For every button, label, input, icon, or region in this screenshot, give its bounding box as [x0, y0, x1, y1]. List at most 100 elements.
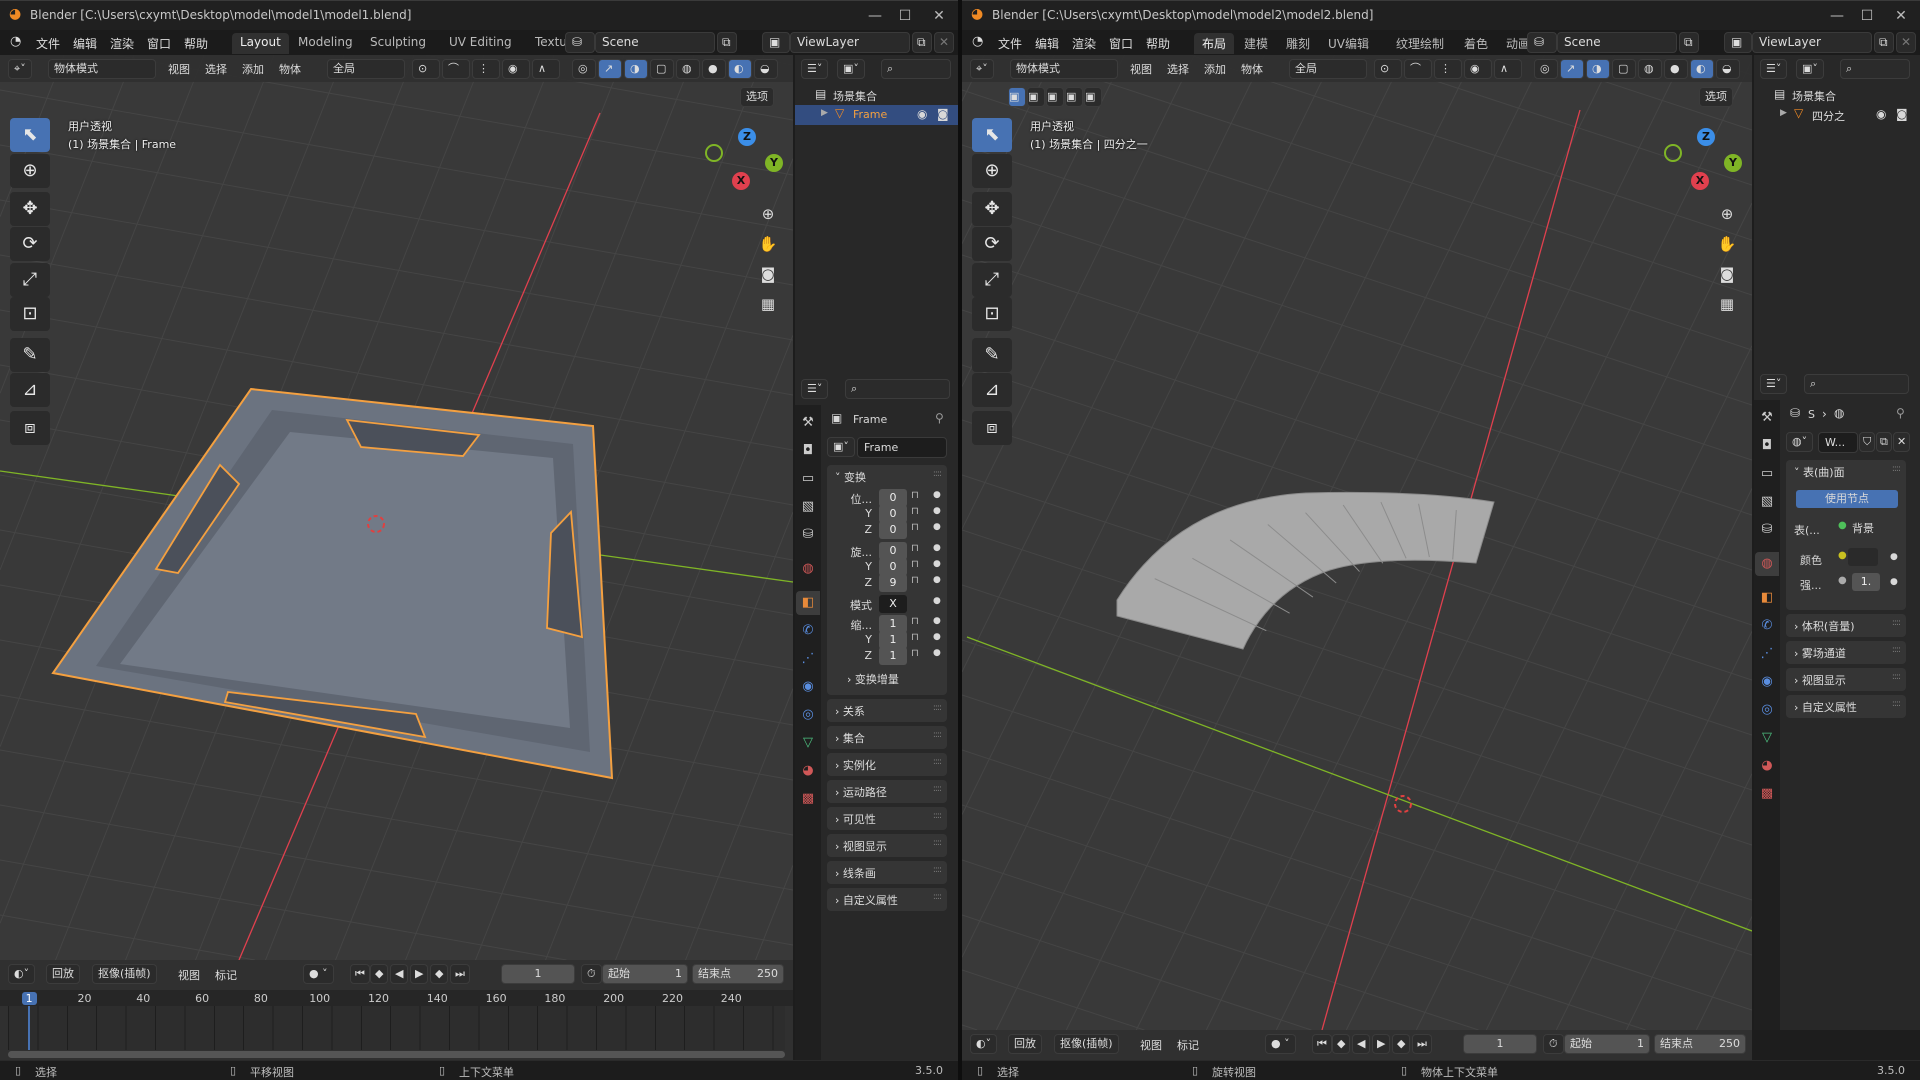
new-world-button[interactable]: ⧉ [1876, 432, 1892, 452]
minimize-button[interactable]: — [1822, 5, 1852, 27]
playhead-line[interactable] [28, 1006, 30, 1050]
measure-tool[interactable]: ⊿ [10, 373, 50, 407]
properties-tab-material[interactable]: ◕ [796, 759, 820, 783]
collapsed-panel-1[interactable]: › 雾场通道:::: [1786, 641, 1906, 664]
keyframe-dot-icon[interactable]: ● [933, 543, 941, 553]
properties-tab-material[interactable]: ◕ [1755, 754, 1779, 778]
properties-tab-world[interactable]: ◍ [796, 557, 820, 581]
gizmo-z-axis[interactable]: Z [1697, 128, 1715, 146]
view-layer-icon[interactable]: ▣ [1724, 32, 1752, 53]
drag-handle-icon[interactable]: :::: [933, 703, 942, 713]
blender-menu-icon[interactable]: ◔ [10, 34, 21, 49]
menu-2[interactable]: 渲染 [1072, 35, 1096, 52]
select-box-tool[interactable]: ⬉ [972, 118, 1012, 152]
gizmo-y-axis[interactable]: Y [1724, 154, 1742, 172]
menu-4[interactable]: 帮助 [184, 35, 208, 52]
properties-tab-modifier[interactable]: ✆ [796, 619, 820, 643]
properties-tab-render[interactable]: ◘ [796, 439, 820, 463]
viewport-menu-2[interactable]: 添加 [242, 61, 264, 77]
viewport-scene[interactable] [0, 55, 793, 960]
play-reverse-icon[interactable]: ◀ [390, 964, 409, 984]
properties-search-input[interactable]: ⌕ [845, 379, 950, 399]
blender-menu-icon[interactable]: ◔ [972, 34, 983, 49]
solid-shading-icon[interactable]: ● [702, 59, 726, 79]
maximize-button[interactable]: ☐ [1852, 5, 1882, 27]
transform-panel-header[interactable]: ˅ 变换 [835, 469, 866, 485]
rotation-mode-dropdown[interactable]: X [879, 595, 907, 613]
drag-handle-icon[interactable]: :::: [1892, 672, 1901, 682]
timeline-menu-view[interactable]: 视图 [1140, 1037, 1162, 1053]
transform-tool[interactable]: ⊡ [972, 297, 1012, 331]
zoom-icon[interactable]: ⊕ [756, 202, 780, 226]
menu-3[interactable]: 窗口 [1109, 35, 1133, 52]
properties-tab-texture[interactable]: ▩ [796, 787, 820, 811]
timeline-editor-type-button[interactable]: ◐˅ [8, 964, 36, 984]
expand-arrow-icon[interactable]: ▶ [1780, 108, 1787, 118]
properties-tab-object[interactable]: ◧ [796, 591, 820, 615]
drag-handle-icon[interactable]: :::: [933, 730, 942, 740]
drag-handle-icon[interactable]: :::: [933, 811, 942, 821]
properties-editor-type-button[interactable]: ☰˅ [1760, 374, 1788, 394]
keyframe-dot-icon[interactable]: ● [933, 490, 941, 500]
keyframe-dot-icon[interactable]: ● [1890, 577, 1898, 587]
pan-hand-icon[interactable]: ✋ [1715, 232, 1739, 256]
transform-orientation-dropdown[interactable]: 全局 [327, 59, 405, 79]
strength-field[interactable]: 1. [1852, 573, 1880, 591]
overlay-icon[interactable]: ◑ [1586, 59, 1610, 79]
transform-orientation-dropdown[interactable]: 全局 [1289, 59, 1367, 79]
surface-panel-header[interactable]: ˅ 表(曲)面 [1794, 464, 1845, 480]
falloff-icon[interactable]: ∧ [1494, 59, 1522, 79]
scale-tool[interactable]: ⤢ [972, 263, 1012, 297]
wireframe-shading-icon[interactable]: ◍ [1638, 59, 1662, 79]
snap-increment-icon[interactable]: ⋮ [1434, 59, 1462, 79]
fake-user-button[interactable]: ⛉ [1859, 432, 1876, 452]
workspace-tab-3[interactable]: UV编辑 [1320, 33, 1377, 54]
gizmo-neg-y[interactable] [1664, 144, 1682, 162]
camera-view-icon[interactable]: ◙ [756, 262, 780, 286]
jump-end-icon[interactable]: ⏭ [1412, 1034, 1432, 1054]
transform-value-field[interactable]: 0 [879, 521, 907, 539]
workspace-tab-2[interactable]: Sculpting [362, 33, 434, 54]
keyframe-dot-icon[interactable]: ● [933, 559, 941, 569]
keyframe-dot-icon[interactable]: ● [933, 506, 941, 516]
lock-icon[interactable]: ⊓ [911, 648, 919, 659]
add-cube-tool[interactable]: ⧈ [10, 411, 50, 445]
3d-cursor-icon[interactable] [1394, 795, 1412, 813]
annotate-tool[interactable]: ✎ [972, 338, 1012, 372]
zoom-icon[interactable]: ⊕ [1715, 202, 1739, 226]
select-box-tool[interactable]: ⬉ [10, 118, 50, 152]
material-shading-icon[interactable]: ◐ [728, 59, 752, 79]
workspace-tab-1[interactable]: 建模 [1236, 33, 1276, 54]
menu-0[interactable]: 文件 [36, 35, 60, 52]
collapsed-panel-2[interactable]: › 实例化:::: [827, 753, 947, 776]
timeline-menu-marker[interactable]: 标记 [1177, 1037, 1199, 1053]
properties-editor-type-button[interactable]: ☰˅ [801, 379, 829, 399]
properties-tab-object-data[interactable]: ▽ [1755, 726, 1779, 750]
workspace-tab-3[interactable]: UV Editing [441, 33, 520, 54]
material-shading-icon[interactable]: ◐ [1690, 59, 1714, 79]
keyframe-dot-icon[interactable]: ● [933, 575, 941, 585]
use-nodes-button[interactable]: 使用节点 [1796, 490, 1898, 508]
snap-icon[interactable]: ⌒ [1404, 59, 1432, 79]
new-scene-button[interactable]: ⧉ [1679, 32, 1699, 53]
prev-keyframe-icon[interactable]: ◆ [1332, 1034, 1351, 1054]
properties-search-input[interactable]: ⌕ [1804, 374, 1909, 394]
object-name[interactable]: 四分之 [1812, 108, 1845, 124]
transform-value-field[interactable]: 1 [879, 647, 907, 665]
pin-icon[interactable]: ⚲ [935, 411, 944, 425]
visibility-eye-icon[interactable]: ◉ [917, 107, 927, 121]
viewport-menu-1[interactable]: 选择 [1167, 61, 1189, 77]
prev-keyframe-icon[interactable]: ◆ [370, 964, 389, 984]
new-view-layer-button[interactable]: ⧉ [912, 32, 932, 53]
gizmo-z-axis[interactable]: Z [738, 128, 756, 146]
gizmo-x-axis[interactable]: X [732, 172, 750, 190]
properties-tab-output[interactable]: ▭ [796, 467, 820, 491]
properties-tab-render[interactable]: ◘ [1755, 434, 1779, 458]
properties-tab-scene[interactable]: ⛁ [1755, 518, 1779, 542]
proportional-edit-icon[interactable]: ◉ [502, 59, 530, 79]
menu-2[interactable]: 渲染 [110, 35, 134, 52]
viewport-menu-1[interactable]: 选择 [205, 61, 227, 77]
drag-handle-icon[interactable]: :::: [933, 865, 942, 875]
breadcrumb-scene[interactable]: S [1808, 408, 1815, 421]
outliner-search-input[interactable]: ⌕ [1840, 59, 1910, 79]
